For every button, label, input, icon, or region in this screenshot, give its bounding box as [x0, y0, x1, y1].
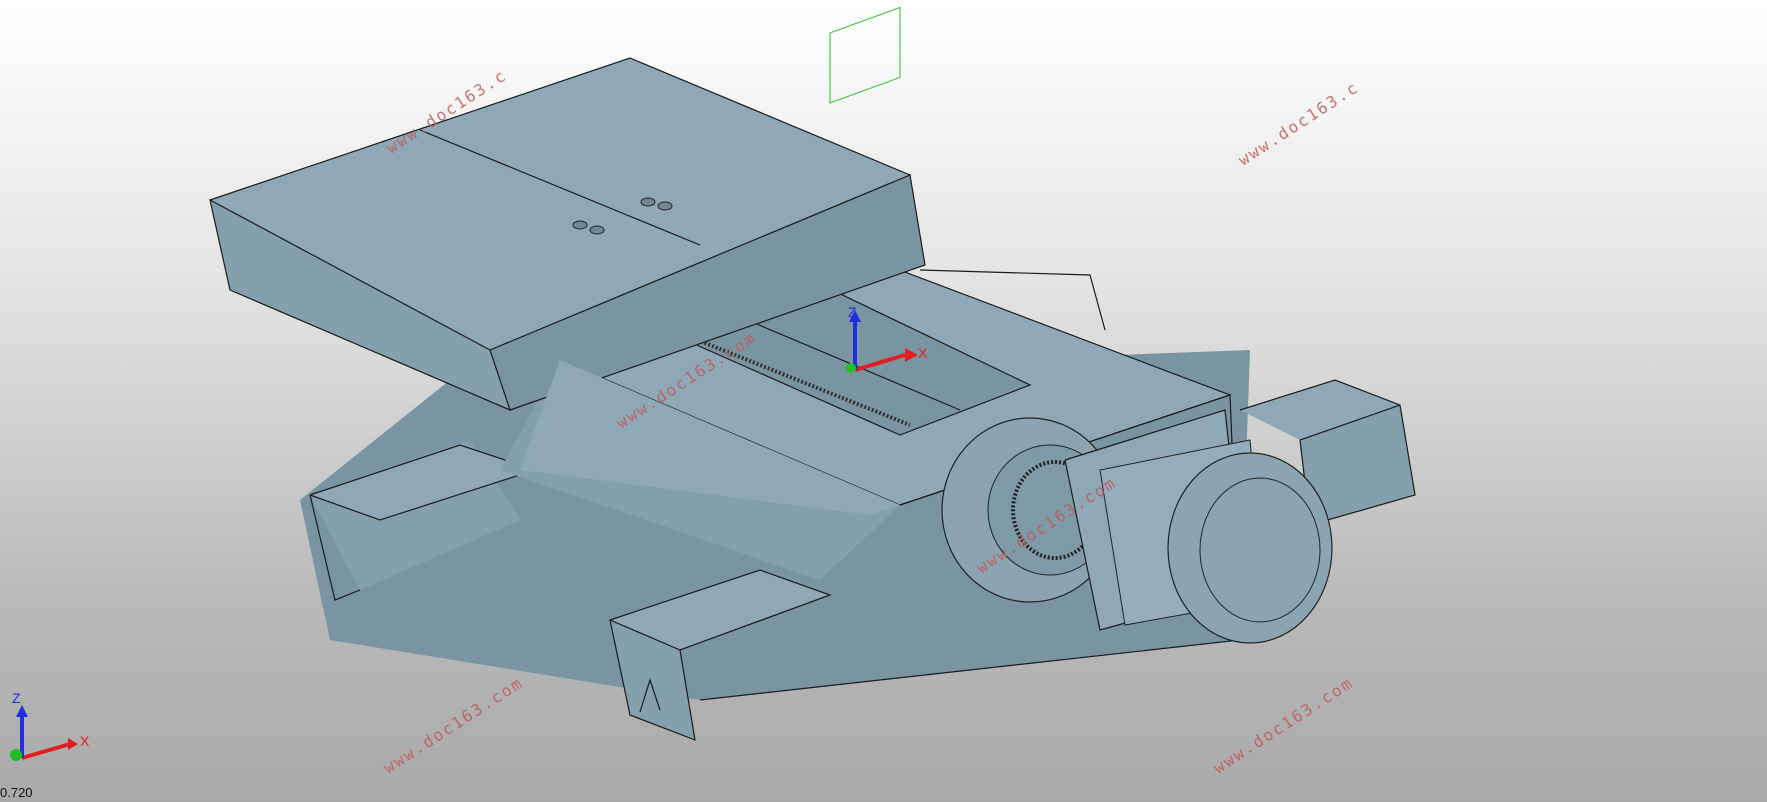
corner-triad: X Z: [10, 690, 90, 761]
triad-z-label: Z: [848, 304, 857, 320]
triad-x-label: X: [918, 345, 928, 361]
corner-z-label: Z: [12, 690, 21, 706]
corner-x-label: X: [80, 733, 90, 749]
cad-model[interactable]: X Z X Z: [0, 0, 1767, 802]
y-axis-handle[interactable]: [846, 363, 856, 373]
3d-viewport[interactable]: X Z X Z www.doc163.c www.doc163.c www.do…: [0, 0, 1767, 802]
status-value: 0.720: [0, 785, 33, 800]
